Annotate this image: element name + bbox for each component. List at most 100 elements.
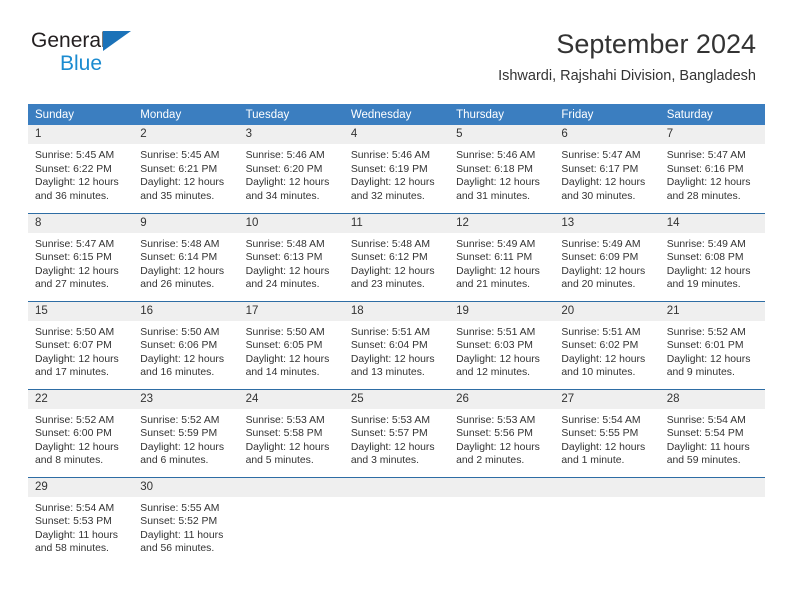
logo-text-general: General — [31, 29, 106, 52]
sunset-text: Sunset: 6:12 PM — [350, 252, 428, 264]
day-details: Sunrise: 5:52 AM Sunset: 5:59 PM Daylight:… — [133, 409, 238, 468]
sunset-text: Sunset: 6:08 PM — [666, 252, 744, 264]
daylight-text-line1: Daylight: 12 hours — [561, 177, 646, 189]
day-details: Sunrise: 5:49 AM Sunset: 6:11 PM Daylight:… — [449, 233, 554, 292]
calendar-day-cell[interactable]: 17 Sunrise: 5:50 AM Sunset: 6:05 PM Dayligh… — [238, 300, 344, 389]
daylight-text-line1: Daylight: 12 hours — [245, 441, 330, 453]
day-number: 11 — [343, 213, 450, 233]
day-details: Sunrise: 5:50 AM Sunset: 6:06 PM Daylight:… — [133, 321, 238, 380]
sunrise-text: Sunrise: 5:49 AM — [456, 238, 536, 250]
calendar-day-cell[interactable]: 2 Sunrise: 5:45 AM Sunset: 6:21 PM Daylight… — [133, 125, 239, 213]
calendar-day-cell[interactable]: 13 Sunrise: 5:49 AM Sunset: 6:09 PM Dayligh… — [554, 212, 660, 301]
calendar-day-cell[interactable]: 29 Sunrise: 5:54 AM Sunset: 5:53 PM Dayligh… — [28, 476, 134, 565]
daylight-text-line1: Daylight: 12 hours — [350, 353, 435, 365]
calendar-day-cell[interactable]: 10 Sunrise: 5:48 AM Sunset: 6:13 PM Dayligh… — [238, 212, 344, 301]
daylight-text-line2: and 32 minutes. — [350, 190, 425, 202]
daylight-text-line2: and 16 minutes. — [140, 367, 215, 379]
daylight-text-line1: Daylight: 12 hours — [561, 441, 646, 453]
daylight-text-line2: and 8 minutes. — [35, 455, 104, 467]
daylight-text-line1: Daylight: 11 hours — [666, 441, 750, 453]
day-details: Sunrise: 5:51 AM Sunset: 6:04 PM Daylight:… — [344, 321, 449, 380]
daylight-text-line1: Daylight: 12 hours — [666, 177, 751, 189]
day-number: 27 — [554, 389, 660, 409]
calendar-week-row: 22 Sunrise: 5:52 AM Sunset: 6:00 PM Dayligh… — [28, 388, 765, 477]
calendar-week-row: 1 Sunrise: 5:45 AM Sunset: 6:22 PM Daylight… — [28, 125, 765, 213]
calendar-day-cell[interactable]: 25 Sunrise: 5:53 AM Sunset: 5:57 PM Dayligh… — [343, 388, 450, 477]
calendar-day-cell[interactable]: 6 Sunrise: 5:47 AM Sunset: 6:17 PM Daylight… — [554, 125, 660, 213]
daylight-text-line1: Daylight: 12 hours — [140, 441, 225, 453]
calendar-day-cell[interactable]: 20 Sunrise: 5:51 AM Sunset: 6:02 PM Dayligh… — [554, 300, 660, 389]
day-details: Sunrise: 5:49 AM Sunset: 6:09 PM Daylight:… — [554, 233, 659, 292]
sunset-text: Sunset: 6:01 PM — [666, 340, 744, 352]
calendar-day-cell[interactable]: 28 Sunrise: 5:54 AM Sunset: 5:54 PM Dayligh… — [659, 388, 765, 477]
sunrise-text: Sunrise: 5:49 AM — [561, 238, 641, 250]
calendar-day-cell[interactable]: 5 Sunrise: 5:46 AM Sunset: 6:18 PM Daylight… — [449, 125, 555, 213]
sunset-text: Sunset: 5:58 PM — [245, 428, 323, 440]
calendar-day-cell[interactable]: 7 Sunrise: 5:47 AM Sunset: 6:16 PM Daylight… — [659, 125, 765, 213]
daylight-text-line1: Daylight: 12 hours — [350, 177, 435, 189]
calendar-week-row: 8 Sunrise: 5:47 AM Sunset: 6:15 PM Daylight… — [28, 212, 765, 301]
daylight-text-line2: and 2 minutes. — [456, 455, 525, 467]
sunset-text: Sunset: 5:56 PM — [456, 428, 533, 440]
calendar-day-cell[interactable]: 14 Sunrise: 5:49 AM Sunset: 6:08 PM Dayligh… — [659, 212, 765, 301]
day-number: 21 — [659, 301, 765, 321]
sunrise-text: Sunrise: 5:52 AM — [666, 326, 746, 338]
daylight-text-line2: and 28 minutes. — [666, 190, 741, 202]
day-number: 4 — [343, 125, 450, 144]
daylight-text-line2: and 30 minutes. — [561, 190, 636, 202]
day-number: 23 — [133, 389, 239, 409]
calendar-day-cell[interactable]: 4 Sunrise: 5:46 AM Sunset: 6:19 PM Daylight… — [343, 125, 450, 213]
calendar-day-cell[interactable]: 24 Sunrise: 5:53 AM Sunset: 5:58 PM Dayligh… — [238, 388, 344, 477]
sunset-text: Sunset: 6:14 PM — [140, 252, 218, 264]
calendar-day-cell[interactable]: 27 Sunrise: 5:54 AM Sunset: 5:55 PM Dayligh… — [554, 388, 660, 477]
calendar-day-cell[interactable]: 15 Sunrise: 5:50 AM Sunset: 6:07 PM Dayligh… — [28, 300, 134, 389]
sunset-text: Sunset: 6:09 PM — [561, 252, 639, 264]
weekday-header-saturday: Saturday — [659, 104, 765, 125]
daylight-text-line1: Daylight: 12 hours — [35, 177, 119, 189]
page-header: General Blue September 2024 Ishwardi, Ra… — [0, 0, 792, 84]
calendar-day-cell[interactable]: 11 Sunrise: 5:48 AM Sunset: 6:12 PM Dayligh… — [343, 212, 450, 301]
daylight-text-line1: Daylight: 12 hours — [35, 441, 119, 453]
sunrise-text: Sunrise: 5:53 AM — [245, 414, 325, 426]
calendar-day-cell[interactable]: 1 Sunrise: 5:45 AM Sunset: 6:22 PM Daylight… — [28, 125, 134, 213]
calendar-day-cell[interactable]: 16 Sunrise: 5:50 AM Sunset: 6:06 PM Dayligh… — [133, 300, 239, 389]
daylight-text-line2: and 1 minute. — [561, 455, 625, 467]
calendar-day-cell[interactable]: 8 Sunrise: 5:47 AM Sunset: 6:15 PM Daylight… — [28, 212, 134, 301]
calendar-day-cell[interactable]: 3 Sunrise: 5:46 AM Sunset: 6:20 PM Daylight… — [238, 125, 344, 213]
sunset-text: Sunset: 6:21 PM — [140, 163, 218, 175]
calendar-day-cell[interactable]: 19 Sunrise: 5:51 AM Sunset: 6:03 PM Dayligh… — [449, 300, 555, 389]
day-details: Sunrise: 5:47 AM Sunset: 6:16 PM Daylight:… — [660, 144, 765, 203]
sunrise-text: Sunrise: 5:49 AM — [666, 238, 746, 250]
daylight-text-line2: and 14 minutes. — [245, 367, 320, 379]
sunrise-text: Sunrise: 5:46 AM — [350, 150, 430, 161]
calendar-table: Sunday Monday Tuesday Wednesday Thursday… — [28, 104, 765, 565]
day-details: Sunrise: 5:45 AM Sunset: 6:22 PM Daylight:… — [28, 144, 133, 203]
calendar-day-cell[interactable]: 26 Sunrise: 5:53 AM Sunset: 5:56 PM Dayligh… — [449, 388, 555, 477]
weekday-header-monday: Monday — [133, 104, 239, 125]
calendar-day-cell[interactable]: 21 Sunrise: 5:52 AM Sunset: 6:01 PM Dayligh… — [659, 300, 765, 389]
calendar-page: General Blue September 2024 Ishwardi, Ra… — [0, 0, 792, 612]
calendar-day-cell[interactable]: 30 Sunrise: 5:55 AM Sunset: 5:52 PM Dayligh… — [133, 476, 239, 565]
calendar-day-cell[interactable]: 18 Sunrise: 5:51 AM Sunset: 6:04 PM Dayligh… — [343, 300, 450, 389]
calendar-day-cell[interactable]: 12 Sunrise: 5:49 AM Sunset: 6:11 PM Dayligh… — [449, 212, 555, 301]
day-number: 18 — [343, 301, 450, 321]
weekday-header-friday: Friday — [554, 104, 660, 125]
day-details: Sunrise: 5:46 AM Sunset: 6:20 PM Daylight:… — [239, 144, 344, 203]
day-number — [343, 477, 450, 497]
calendar-day-cell[interactable]: 9 Sunrise: 5:48 AM Sunset: 6:14 PM Daylight… — [133, 212, 239, 301]
daylight-text-line1: Daylight: 12 hours — [35, 353, 119, 365]
day-details: Sunrise: 5:53 AM Sunset: 5:57 PM Daylight:… — [344, 409, 449, 468]
sunset-text: Sunset: 5:54 PM — [666, 428, 744, 440]
day-details: Sunrise: 5:48 AM Sunset: 6:14 PM Daylight:… — [133, 233, 238, 292]
calendar-day-cell[interactable]: 22 Sunrise: 5:52 AM Sunset: 6:00 PM Dayligh… — [28, 388, 134, 477]
general-blue-logo: General Blue — [31, 30, 231, 78]
daylight-text-line1: Daylight: 12 hours — [456, 265, 540, 277]
daylight-text-line1: Daylight: 12 hours — [245, 353, 330, 365]
calendar-week-row: 29 Sunrise: 5:54 AM Sunset: 5:53 PM Dayligh… — [28, 476, 765, 565]
calendar-day-cell[interactable]: 23 Sunrise: 5:52 AM Sunset: 5:59 PM Dayligh… — [133, 388, 239, 477]
daylight-text-line1: Daylight: 12 hours — [456, 177, 540, 189]
daylight-text-line2: and 56 minutes. — [140, 543, 215, 555]
sunrise-text: Sunrise: 5:47 AM — [561, 150, 641, 161]
day-number: 17 — [238, 301, 344, 321]
daylight-text-line2: and 35 minutes. — [140, 190, 215, 202]
